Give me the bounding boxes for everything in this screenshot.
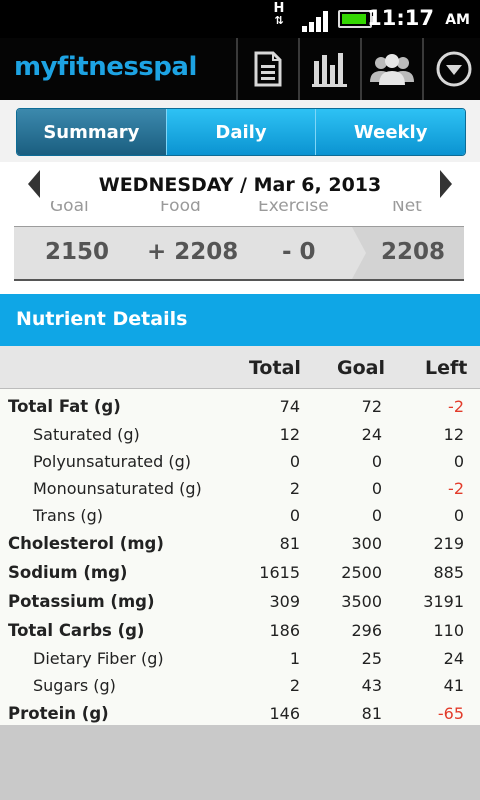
nutrient-goal: 0	[371, 506, 382, 525]
nutrient-goal: 72	[361, 397, 382, 416]
food-label: Food	[160, 201, 201, 216]
nutrient-left: 24	[443, 649, 464, 668]
app-logo: myfitnesspal	[14, 52, 197, 82]
nutrient-name: Sugars (g)	[33, 676, 116, 695]
app-bar: myfitnesspal	[0, 38, 480, 102]
clock-ampm: AM	[445, 12, 470, 28]
nutrient-name: Potassium (mg)	[8, 592, 155, 611]
nutrient-left: 219	[433, 534, 464, 553]
nutrient-left: 110	[433, 621, 464, 640]
diary-icon	[254, 51, 282, 87]
column-total: Total	[249, 357, 301, 379]
more-button[interactable]	[422, 38, 480, 100]
data-activity-icon: ⇅	[274, 14, 284, 27]
nutrient-goal: 24	[361, 425, 382, 444]
tab-daily[interactable]: Daily	[165, 109, 316, 155]
nutrient-goal: 3500	[341, 592, 382, 611]
current-date: WEDNESDAY / Mar 6, 2013	[98, 174, 382, 196]
nutrient-left: 0	[453, 506, 464, 525]
nutrient-total: 74	[279, 397, 300, 416]
nutrient-total: 186	[269, 621, 300, 640]
nutrient-left: -2	[448, 397, 464, 416]
nutrient-name: Dietary Fiber (g)	[33, 649, 164, 668]
nutrient-left: 41	[443, 676, 464, 695]
progress-button[interactable]	[298, 38, 360, 100]
nutrient-total: 0	[289, 506, 300, 525]
net-value: 2208	[381, 239, 446, 265]
network-type: H ⇅	[270, 2, 288, 26]
nutrient-left: 0	[453, 452, 464, 471]
calorie-summary-box: 2150 + 2208 - 0 2208	[14, 226, 464, 281]
nutrient-name: Cholesterol (mg)	[8, 534, 164, 553]
nutrient-name: Trans (g)	[33, 506, 104, 525]
nutrient-total: 146	[269, 704, 300, 723]
nutrient-total: 2	[289, 479, 300, 498]
signal-icon	[302, 11, 328, 32]
friends-icon	[370, 54, 414, 85]
nutrient-left: 3191	[423, 592, 464, 611]
nutrient-table[interactable]: Total Fat (g) 74 72 -2 Saturated (g) 12 24 12 Po…	[0, 389, 480, 725]
view-tabs-bar: Summary Daily Weekly	[0, 100, 480, 162]
nutrient-name: Total Carbs (g)	[8, 621, 145, 640]
nutrient-total: 1615	[259, 563, 300, 582]
nutrient-name: Protein (g)	[8, 704, 109, 723]
goal-label: Goal	[50, 201, 89, 216]
nutrient-goal: 81	[361, 704, 382, 723]
food-value: + 2208	[147, 239, 239, 265]
nutrient-name: Sodium (mg)	[8, 563, 128, 582]
nutrient-goal: 300	[351, 534, 382, 553]
goal-value: 2150	[45, 239, 110, 265]
nutrient-goal: 0	[371, 452, 382, 471]
more-icon	[436, 51, 472, 87]
nutrient-name: Monounsaturated (g)	[33, 479, 202, 498]
summary-labels: Goal Food Exercise Net	[0, 201, 480, 221]
progress-icon	[312, 53, 347, 87]
nutrient-goal: 0	[371, 479, 382, 498]
column-goal: Goal	[337, 357, 385, 379]
nutrient-total: 1	[289, 649, 300, 668]
nutrient-name: Polyunsaturated (g)	[33, 452, 191, 471]
nutrient-left: 12	[443, 425, 464, 444]
exercise-label: Exercise	[258, 201, 329, 216]
nutrient-total: 309	[269, 592, 300, 611]
nutrient-total: 0	[289, 452, 300, 471]
nutrient-name: Total Fat (g)	[8, 397, 121, 416]
diary-button[interactable]	[236, 38, 298, 100]
net-label: Net	[392, 201, 422, 216]
nutrient-total: 2	[289, 676, 300, 695]
nutrient-column-headers: Total Goal Left	[0, 346, 480, 389]
nutrient-total: 12	[279, 425, 300, 444]
previous-day-arrow-icon[interactable]	[28, 170, 40, 198]
status-bar: H ⇅ 11:17 AM	[0, 0, 480, 38]
nutrient-goal: 296	[351, 621, 382, 640]
friends-button[interactable]	[360, 38, 422, 100]
next-day-arrow-icon[interactable]	[440, 170, 452, 198]
column-left: Left	[425, 357, 468, 379]
net-chevron	[352, 227, 366, 279]
nutrient-goal: 43	[361, 676, 382, 695]
nutrient-goal: 2500	[341, 563, 382, 582]
view-tabs: Summary Daily Weekly	[16, 108, 466, 156]
nutrient-left: 885	[433, 563, 464, 582]
nutrient-name: Saturated (g)	[33, 425, 140, 444]
nutrient-details-header: Nutrient Details	[0, 294, 480, 346]
nutrient-left: -2	[448, 479, 464, 498]
nutrient-left: -65	[437, 704, 464, 723]
tab-weekly[interactable]: Weekly	[315, 109, 465, 155]
nutrient-total: 81	[279, 534, 300, 553]
exercise-value: - 0	[282, 239, 316, 265]
tab-summary[interactable]: Summary	[17, 109, 166, 155]
clock-time: 11:17	[367, 6, 434, 30]
nutrient-details-title: Nutrient Details	[16, 308, 188, 330]
nutrient-goal: 25	[361, 649, 382, 668]
